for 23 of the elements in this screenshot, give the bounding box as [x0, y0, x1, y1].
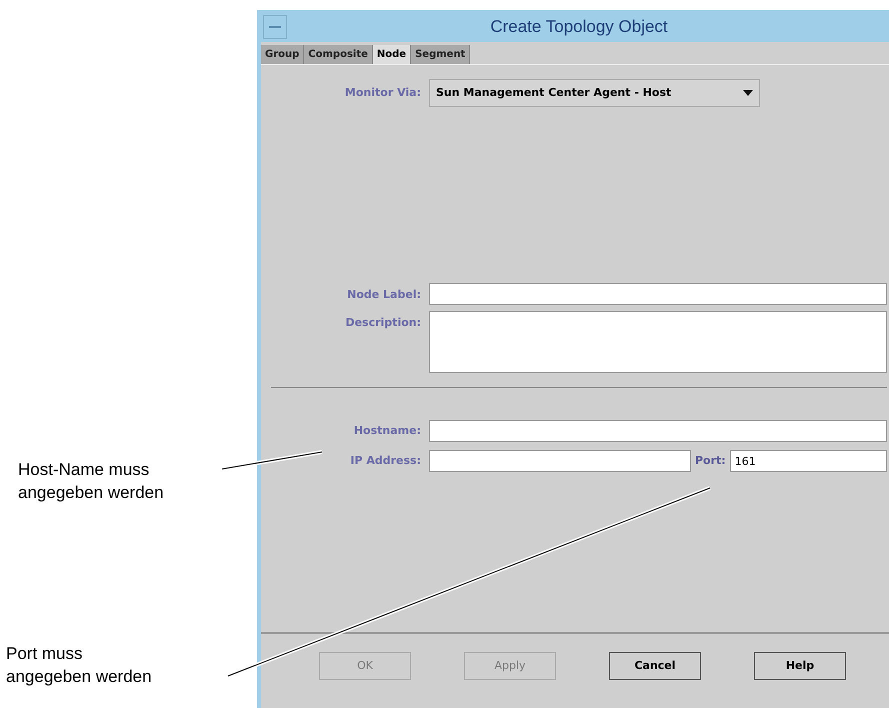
tab[interactable]: Segment — [411, 45, 470, 64]
caret-icon — [743, 90, 753, 96]
description-field[interactable] — [429, 311, 887, 373]
monitor-dropdown[interactable]: Sun Management Center Agent - Host — [429, 79, 760, 107]
callout-text: Port muss angegeben werden — [6, 643, 152, 688]
window-title: Create Topology Object — [490, 16, 668, 38]
field-label: Port: — [695, 452, 726, 469]
node-label-field[interactable] — [429, 283, 887, 305]
tab[interactable]: Composite — [304, 45, 373, 64]
field-label: Monitor Via: — [344, 84, 422, 101]
dialog-button[interactable]: Cancel — [609, 652, 701, 680]
field-label: IP Address: — [349, 452, 422, 469]
window-menu-button[interactable] — [263, 15, 287, 39]
tab[interactable]: Group — [261, 45, 304, 64]
field-label: Description: — [344, 315, 422, 331]
tab[interactable]: Node — [372, 45, 412, 64]
dialog-button[interactable]: Help — [754, 652, 846, 680]
field-label: Node Label: — [346, 287, 422, 303]
field-label: Hostname: — [352, 422, 422, 439]
callout-text: Host-Name muss angegeben werden — [18, 459, 164, 504]
port-field[interactable]: 161 — [730, 450, 887, 472]
hostname-field[interactable] — [429, 420, 887, 442]
ip-address-field[interactable] — [429, 450, 691, 472]
